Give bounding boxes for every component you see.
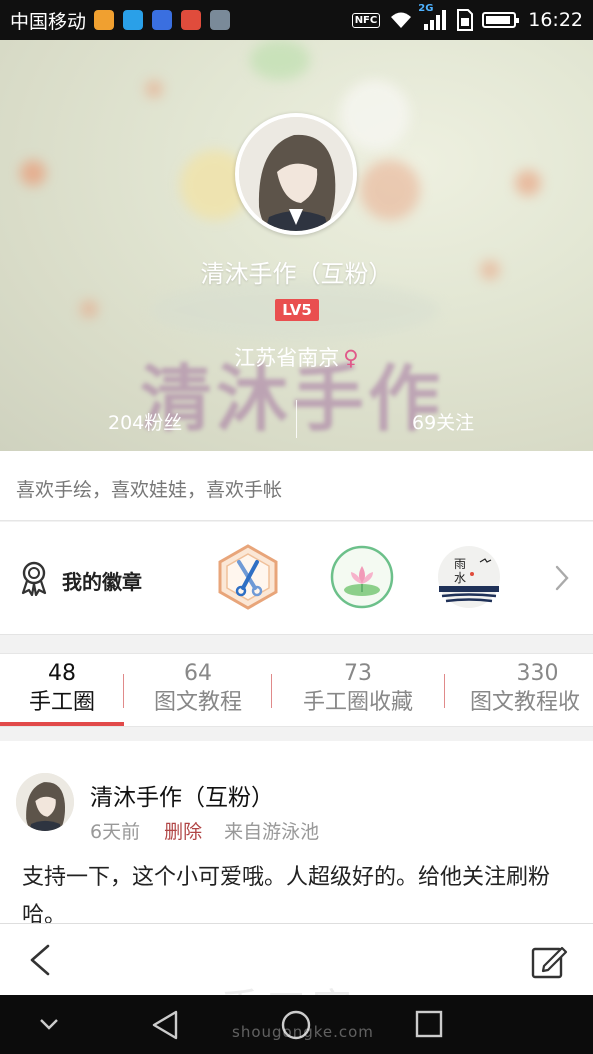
back-icon[interactable] (26, 942, 56, 978)
chevron-right-icon[interactable] (554, 564, 570, 592)
follow-stats: 204粉丝 69关注 (0, 400, 593, 438)
tab-handicraft-circle[interactable]: 48 手工圈 (0, 660, 124, 718)
location-text: 江苏省南京 (234, 346, 340, 370)
badges-label: 我的徽章 (62, 570, 142, 594)
rain-badge-char1: 雨 (454, 557, 466, 571)
post-author-avatar[interactable] (16, 773, 74, 831)
profile-screen: 中国移动 NFC 2G 16:22 清沐手作 清沐手作（互粉） LV5 江苏省南… (0, 0, 593, 1054)
post-time: 6天前 (90, 821, 141, 843)
app-notification-icon (94, 10, 115, 30)
app2-notification-icon (181, 10, 202, 30)
signal-icon: 2G (418, 3, 448, 31)
post-text: 支持一下，这个小可爱哦。人超级好的。给他关注刷粉哈。 (22, 865, 551, 923)
clock: 16:22 (528, 9, 583, 31)
wifi-icon (391, 12, 412, 28)
status-bar: 中国移动 NFC 2G 16:22 (0, 0, 593, 40)
followers-count[interactable]: 204粉丝 (108, 408, 182, 435)
active-tab-indicator (0, 722, 124, 726)
delete-button[interactable]: 删除 (164, 821, 202, 843)
message-notification-icon (123, 10, 144, 30)
scissors-badge-icon[interactable] (215, 544, 281, 610)
post-author-name[interactable]: 清沐手作（互粉） (90, 778, 274, 812)
rain-badge-char2: 水 (454, 571, 466, 585)
female-icon: ♀ (343, 346, 359, 370)
avatar-illustration (239, 117, 353, 231)
tab-divider (123, 674, 124, 708)
rain-water-badge-icon[interactable]: 雨 水 (436, 544, 502, 610)
tab-divider (444, 674, 445, 708)
sim-icon (457, 9, 474, 31)
tab-circle-favorites[interactable]: 73 手工圈收藏 (280, 660, 436, 718)
tab-count: 64 (184, 661, 212, 686)
nav-back-icon[interactable] (150, 1009, 180, 1041)
stats-divider (296, 400, 297, 438)
profile-avatar[interactable] (235, 113, 357, 235)
profile-header: 清沐手作 清沐手作（互粉） LV5 江苏省南京 ♀ 204粉丝 69关注 (0, 40, 593, 451)
tab-count: 73 (344, 661, 372, 686)
tab-tutorials[interactable]: 64 图文教程 (128, 660, 268, 718)
nav-recents-icon[interactable] (414, 1009, 444, 1039)
level-badge: LV5 (275, 299, 319, 321)
lotus-badge-icon[interactable] (329, 544, 395, 610)
tab-label: 手工圈 (28, 690, 95, 715)
content-tabs: 48 手工圈 64 图文教程 73 手工圈收藏 330 图文教程收 (0, 653, 593, 727)
tab-label: 图文教程收 (470, 690, 581, 715)
battery-icon (482, 12, 520, 28)
bottom-action-bar: 手工客 (0, 923, 593, 1032)
edit-icon[interactable] (530, 942, 568, 980)
tab-divider (271, 674, 272, 708)
tab-count: 330 (516, 661, 559, 686)
baidu-notification-icon (152, 10, 173, 30)
tab-count: 48 (48, 661, 76, 686)
tab-label: 图文教程 (153, 690, 242, 715)
profile-nickname: 清沐手作（互粉） (200, 260, 393, 288)
system-nav-bar: shougongke.com (0, 995, 593, 1054)
watermark-url: shougongke.com (232, 1023, 374, 1041)
author-avatar-illustration (16, 773, 74, 831)
shield-notification-icon (210, 10, 231, 30)
nfc-icon: NFC (351, 12, 381, 28)
tab-label: 手工圈收藏 (302, 690, 413, 715)
post-source: 来自游泳池 (224, 821, 320, 843)
hide-nav-icon[interactable] (38, 1017, 60, 1031)
carrier-label: 中国移动 (10, 10, 87, 33)
profile-bio: 喜欢手绘，喜欢娃娃，喜欢手帐 (0, 451, 593, 521)
badges-row[interactable]: 我的徽章 雨 水 (0, 522, 593, 635)
post-card[interactable]: 清沐手作（互粉） 6天前 删除 来自游泳池 支持一下，这个小可爱哦。人超级好的。给他… (0, 741, 593, 923)
tab-tutorial-favorites[interactable]: 330 图文教程收 (452, 660, 593, 718)
following-count[interactable]: 69关注 (412, 408, 474, 435)
profile-location: 江苏省南京 ♀ (0, 342, 593, 372)
medal-icon (21, 561, 47, 596)
post-meta: 6天前 删除 来自游泳池 (90, 817, 319, 844)
